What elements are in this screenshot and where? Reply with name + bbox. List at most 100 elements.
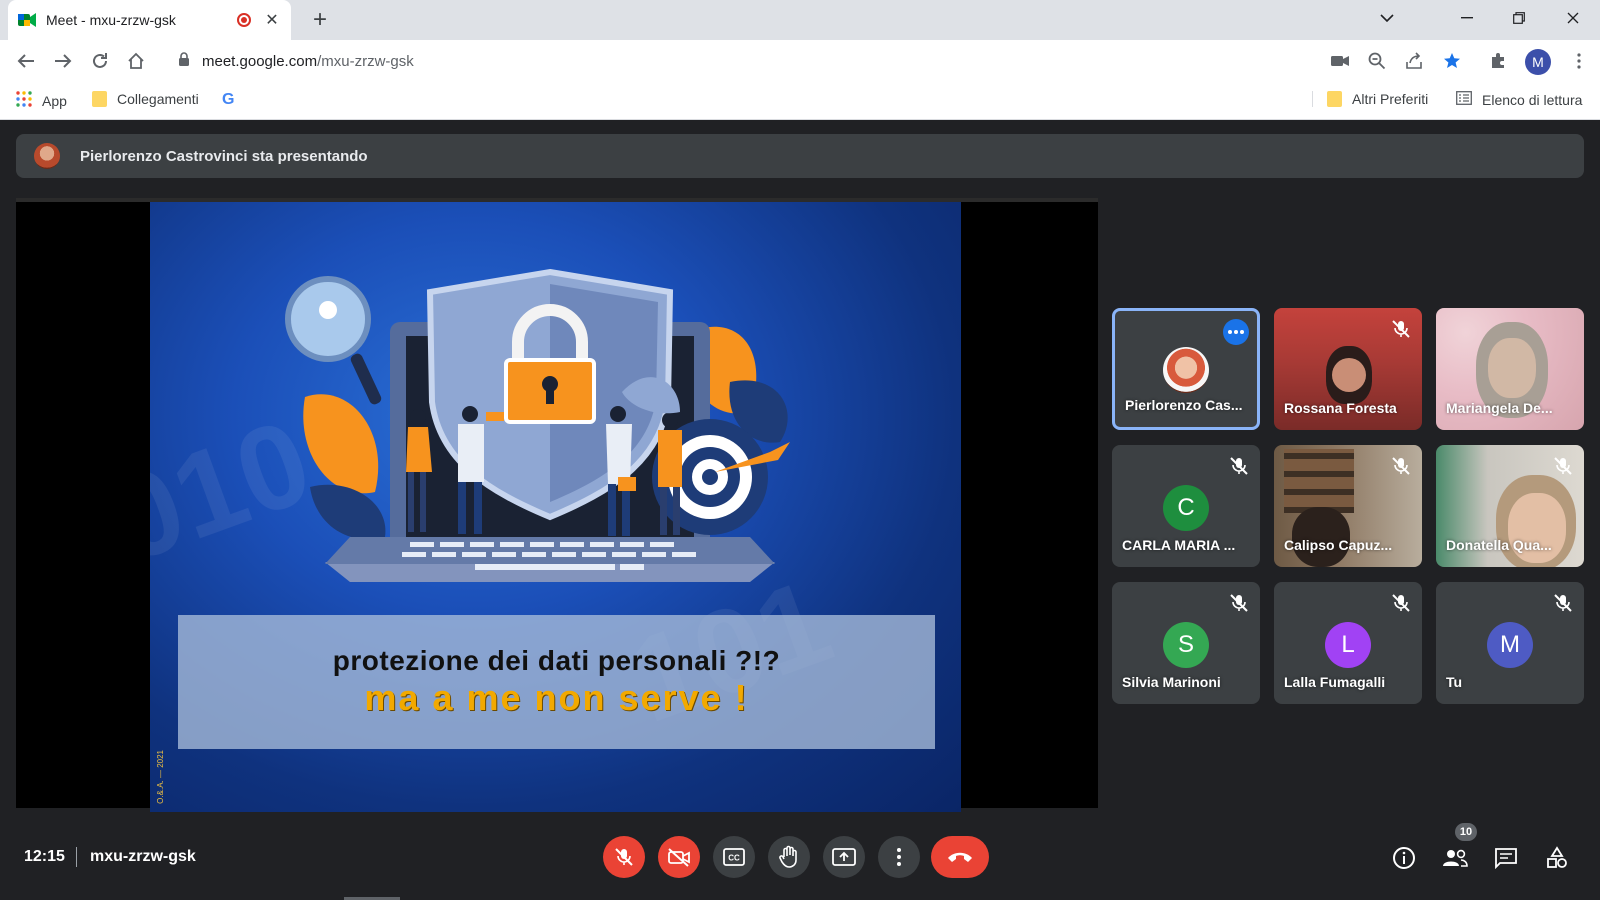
bookmark-apps[interactable]: App [16, 91, 67, 110]
bookmark-links-label: Collegamenti [117, 91, 199, 107]
slide-credit: O.&.A. — 2021 [156, 750, 165, 804]
chat-icon [1495, 848, 1517, 869]
bookmark-apps-label: App [42, 92, 67, 109]
presenter-avatar [34, 143, 60, 169]
present-screen-button[interactable] [823, 836, 865, 878]
camera-toggle-button[interactable] [658, 836, 700, 878]
apps-grid-icon [16, 91, 32, 110]
camera-off-icon [668, 848, 690, 867]
camera-in-use-icon[interactable] [1326, 47, 1354, 75]
people-button[interactable] [1441, 844, 1469, 872]
google-g-icon: G [222, 91, 235, 108]
reading-list-button[interactable]: Elenco di lettura [1456, 91, 1582, 108]
presenting-text: Pierlorenzo Castrovinci sta presentando [80, 147, 368, 165]
home-button[interactable] [122, 47, 150, 75]
bookmark-folder-other[interactable]: Altri Preferiti [1312, 91, 1428, 107]
slide-title-line1: protezione dei dati personali ?!? [332, 645, 781, 676]
hang-up-icon [948, 852, 972, 862]
reload-button[interactable] [86, 47, 114, 75]
url-text: meet.google.com/mxu-zrzw-gsk [202, 53, 414, 70]
minimize-button[interactable] [1444, 0, 1490, 36]
reading-list-label: Elenco di lettura [1482, 91, 1583, 108]
meet-favicon-icon [18, 13, 36, 27]
slide-caption-box: protezione dei dati personali ?!? ma a m… [178, 615, 935, 749]
bookmark-folder-links[interactable]: Collegamenti [92, 91, 199, 107]
restore-button[interactable] [1496, 0, 1542, 36]
address-bar[interactable]: meet.google.com/mxu-zrzw-gsk [168, 45, 1306, 77]
meeting-details-button[interactable] [1390, 844, 1418, 872]
raise-hand-icon [779, 845, 797, 868]
folder-icon [1327, 91, 1342, 107]
browser-tab-meet[interactable]: Meet - mxu-zrzw-gsk ✕ [8, 0, 291, 40]
chat-button[interactable] [1492, 844, 1520, 872]
menu-kebab-icon[interactable] [1565, 47, 1593, 75]
people-icon [1443, 849, 1468, 867]
present-screen-icon [832, 848, 856, 866]
bookmark-star-icon[interactable] [1438, 47, 1466, 75]
more-vert-icon [897, 848, 901, 866]
profile-avatar[interactable]: M [1525, 49, 1551, 75]
participant-name: Donatella Qua... [1446, 537, 1552, 553]
zoom-icon[interactable] [1363, 47, 1391, 75]
participant-tile-lalla[interactable]: L Lalla Fumagalli [1274, 582, 1422, 704]
activities-button[interactable] [1543, 844, 1571, 872]
more-options-button[interactable] [1223, 319, 1249, 345]
more-options-button[interactable] [878, 836, 920, 878]
mic-off-icon [1392, 457, 1410, 475]
mic-off-icon [1554, 457, 1572, 475]
tab-search-chevron-icon[interactable] [1364, 0, 1410, 36]
folder-icon [92, 91, 107, 107]
participant-name: Tu [1446, 674, 1463, 690]
participant-tile-carla[interactable]: C CARLA MARIA ... [1112, 445, 1260, 567]
new-tab-button[interactable]: + [306, 6, 334, 34]
mic-off-icon [1392, 594, 1410, 612]
close-window-button[interactable] [1550, 0, 1596, 36]
participant-tile-mariangela[interactable]: Mariangela De... [1436, 308, 1584, 430]
back-button[interactable] [12, 47, 40, 75]
raise-hand-button[interactable] [768, 836, 810, 878]
bookmarks-bar: App Collegamenti G Altri Preferiti Elenc… [0, 82, 1600, 120]
close-tab-icon[interactable]: ✕ [263, 10, 281, 30]
participant-tile-calipso[interactable]: Calipso Capuz... [1274, 445, 1422, 567]
participant-tile-rossana[interactable]: Rossana Foresta [1274, 308, 1422, 430]
presentation-stage: 010 101 [16, 198, 1098, 812]
presenting-banner: Pierlorenzo Castrovinci sta presentando [16, 134, 1584, 178]
captions-button[interactable]: CC [713, 836, 755, 878]
participant-name: Silvia Marinoni [1122, 674, 1221, 690]
share-icon[interactable] [1400, 47, 1428, 75]
participant-avatar: L [1325, 622, 1371, 668]
reading-list-icon [1456, 91, 1472, 108]
participant-avatar: M [1487, 622, 1533, 668]
leave-call-button[interactable] [931, 836, 989, 878]
participant-video-bookshelf [1284, 449, 1354, 513]
participant-tile-silvia[interactable]: S Silvia Marinoni [1112, 582, 1260, 704]
activities-icon [1547, 846, 1567, 868]
participant-tile-self[interactable]: M Tu [1436, 582, 1584, 704]
magnifier-icon [285, 276, 382, 405]
participant-name: Pierlorenzo Cas... [1125, 397, 1243, 413]
mic-off-icon [1554, 594, 1572, 612]
participant-name: Calipso Capuz... [1284, 537, 1393, 553]
lock-icon [178, 51, 190, 71]
bookmark-google[interactable]: G [222, 91, 234, 109]
security-illustration [285, 268, 790, 582]
meet-app: Pierlorenzo Castrovinci sta presentando … [0, 120, 1600, 900]
participant-tile-donatella[interactable]: Donatella Qua... [1436, 445, 1584, 567]
mic-off-icon [615, 848, 633, 866]
extensions-icon[interactable] [1484, 47, 1512, 75]
url-host: meet.google.com [202, 52, 318, 70]
forward-button[interactable] [49, 47, 77, 75]
presentation-slide: 010 101 [150, 202, 961, 812]
divider [76, 847, 77, 867]
url-path: /mxu-zrzw-gsk [317, 52, 414, 70]
tab-title: Meet - mxu-zrzw-gsk [46, 12, 176, 28]
participant-name: Lalla Fumagalli [1284, 674, 1386, 690]
participant-video-face [1332, 358, 1366, 392]
bookmark-other-label: Altri Preferiti [1352, 91, 1429, 107]
call-controls-bar: 12:15 mxu-zrzw-gsk CC 10 [0, 800, 1600, 900]
info-icon [1393, 847, 1415, 869]
participant-name: CARLA MARIA ... [1122, 537, 1236, 553]
mic-toggle-button[interactable] [603, 836, 645, 878]
participant-tile-pierlorenzo[interactable]: Pierlorenzo Cas... [1112, 308, 1260, 430]
meeting-clock: 12:15 [24, 848, 65, 865]
